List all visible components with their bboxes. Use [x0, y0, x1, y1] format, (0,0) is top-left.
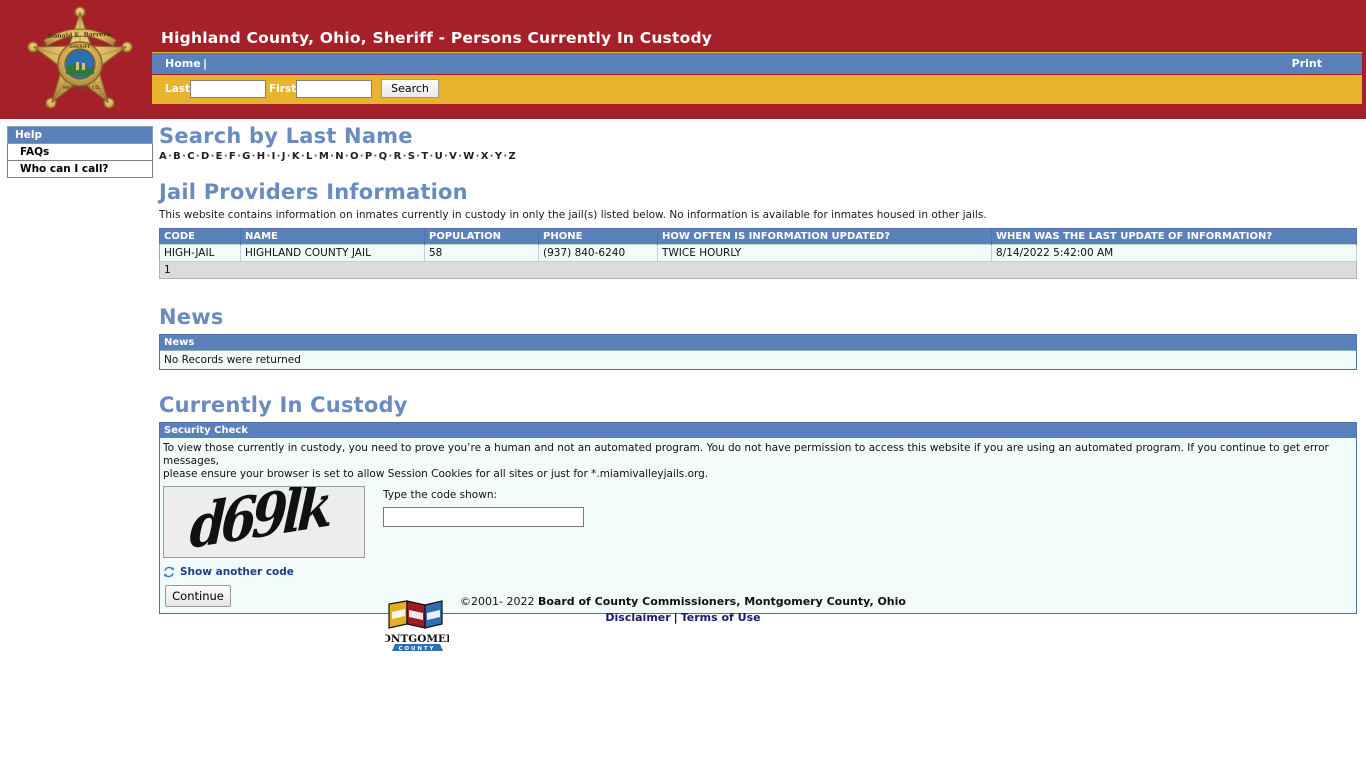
col-code: CODE [159, 228, 241, 245]
search-button[interactable]: Search [381, 79, 439, 98]
name-search-bar: Last First Search [152, 75, 1362, 104]
heading-news: News [159, 305, 224, 329]
alpha-link-l[interactable]: L [306, 151, 313, 162]
alpha-link-w[interactable]: W [463, 151, 474, 162]
security-check-instructions-line2: please ensure your browser is set to all… [163, 468, 709, 480]
col-phone: PHONE [538, 228, 658, 245]
show-another-code-link[interactable]: Show another code [163, 566, 298, 578]
alpha-link-a[interactable]: A [159, 151, 167, 162]
cell-phone: (937) 840-6240 [538, 244, 658, 262]
disclaimer-link[interactable]: Disclaimer [605, 611, 670, 624]
alpha-link-k[interactable]: K [292, 151, 300, 162]
first-name-label: First [269, 83, 297, 95]
sidebar-item-faqs[interactable]: FAQs [7, 144, 153, 161]
alpha-link-g[interactable]: G [242, 151, 251, 162]
captcha-image: d69lk [163, 486, 365, 558]
help-sidebar: Help FAQs Who can I call? [7, 126, 153, 178]
footer-copyright-prefix: ©2001- 2022 [460, 595, 538, 608]
sidebar-item-who-can-i-call[interactable]: Who can I call? [7, 161, 153, 178]
alpha-link-v[interactable]: V [449, 151, 457, 162]
table-row: HIGH-JAIL HIGHLAND COUNTY JAIL 58 (937) … [159, 244, 1357, 262]
col-update-frequency: HOW OFTEN IS INFORMATION UPDATED? [657, 228, 992, 245]
print-link[interactable]: Print [1292, 57, 1322, 70]
alpha-link-b[interactable]: B [173, 151, 181, 162]
col-name: NAME [240, 228, 425, 245]
news-empty-message: No Records were returned [160, 350, 1356, 369]
sheriff-badge-icon: SHERIFF HIGHLAND CO. Donald E. Barrera [20, 2, 140, 119]
footer-links: Disclaimer | Terms of Use [460, 611, 906, 624]
first-name-input[interactable] [296, 80, 372, 98]
site-header: SHERIFF HIGHLAND CO. Donald E. Barrera H… [0, 0, 1366, 119]
sidebar-header-help: Help [7, 126, 153, 144]
footer-links-separator: | [673, 611, 678, 624]
alpha-link-o[interactable]: O [350, 151, 359, 162]
page-root: SHERIFF HIGHLAND CO. Donald E. Barrera H… [0, 0, 1366, 768]
heading-jail-providers: Jail Providers Information [159, 180, 468, 204]
logo-text-sub: C O U N T Y [398, 646, 434, 652]
terms-of-use-link[interactable]: Terms of Use [681, 611, 761, 624]
montgomery-county-logo-icon: MONTGOMERY C O U N T Y [370, 598, 462, 654]
security-check-instructions-line1: To view those currently in custody, you … [163, 442, 1329, 467]
pager-page-1[interactable]: 1 [159, 261, 1357, 279]
nav-separator: | [203, 57, 208, 70]
site-footer: MONTGOMERY C O U N T Y ©2001- 2022 Board… [0, 595, 1366, 652]
heading-search-by-last-name: Search by Last Name [159, 124, 413, 148]
col-population: POPULATION [424, 228, 539, 245]
alpha-link-x[interactable]: X [481, 151, 489, 162]
alpha-link-p[interactable]: P [365, 151, 373, 162]
svg-text:HIGHLAND CO.: HIGHLAND CO. [63, 85, 101, 91]
last-name-label: Last [165, 83, 191, 95]
alpha-link-r[interactable]: R [394, 151, 402, 162]
page-title: Highland County, Ohio, Sheriff - Persons… [161, 29, 713, 47]
main-content: Search by Last Name A·B·C·D·E·F·G·H·I·J·… [159, 124, 1357, 614]
heading-currently-in-custody: Currently In Custody [159, 393, 408, 417]
footer-copyright: ©2001- 2022 Board of County Commissioner… [460, 595, 906, 608]
top-navbar: Home | Print [152, 52, 1362, 74]
cell-last-update: 8/14/2022 5:42:00 AM [991, 244, 1357, 262]
svg-text:SHERIFF: SHERIFF [69, 44, 91, 50]
captcha-input[interactable] [383, 507, 584, 527]
refresh-icon [163, 566, 175, 578]
show-another-code-label: Show another code [180, 566, 294, 578]
security-check-title: Security Check [160, 423, 1356, 438]
cell-code: HIGH-JAIL [159, 244, 241, 262]
jail-providers-description: This website contains information on inm… [159, 209, 987, 221]
alpha-link-d[interactable]: D [201, 151, 210, 162]
alpha-link-c[interactable]: C [187, 151, 195, 162]
alpha-link-i[interactable]: I [272, 151, 276, 162]
table-header-row: CODE NAME POPULATION PHONE HOW OFTEN IS … [159, 228, 1357, 245]
captcha-input-label: Type the code shown: [383, 489, 498, 501]
news-table-header: News [160, 335, 1356, 350]
cell-population: 58 [424, 244, 539, 262]
col-last-update: WHEN WAS THE LAST UPDATE OF INFORMATION? [991, 228, 1357, 245]
table-pager-row: 1 [159, 261, 1357, 279]
alpha-link-z[interactable]: Z [508, 151, 516, 162]
alpha-link-n[interactable]: N [335, 151, 344, 162]
alpha-link-m[interactable]: M [319, 151, 329, 162]
alpha-link-u[interactable]: U [435, 151, 443, 162]
last-name-input[interactable] [190, 80, 266, 98]
cell-update-frequency: TWICE HOURLY [657, 244, 992, 262]
alpha-link-e[interactable]: E [216, 151, 223, 162]
cell-name: HIGHLAND COUNTY JAIL [240, 244, 425, 262]
news-table: News No Records were returned [159, 334, 1357, 370]
security-check-panel: Security Check To view those currently i… [159, 422, 1357, 614]
alphabet-index: A·B·C·D·E·F·G·H·I·J·K·L·M·N·O·P·Q·R·S·T·… [159, 151, 1357, 162]
alpha-link-f[interactable]: F [229, 151, 236, 162]
footer-copyright-bold: Board of County Commissioners, Montgomer… [537, 595, 906, 608]
captcha-code-text: d69lk [188, 486, 330, 558]
logo-text-main: MONTGOMERY [385, 633, 449, 645]
jail-providers-table: CODE NAME POPULATION PHONE HOW OFTEN IS … [159, 228, 1357, 279]
nav-home-link[interactable]: Home [165, 57, 201, 70]
